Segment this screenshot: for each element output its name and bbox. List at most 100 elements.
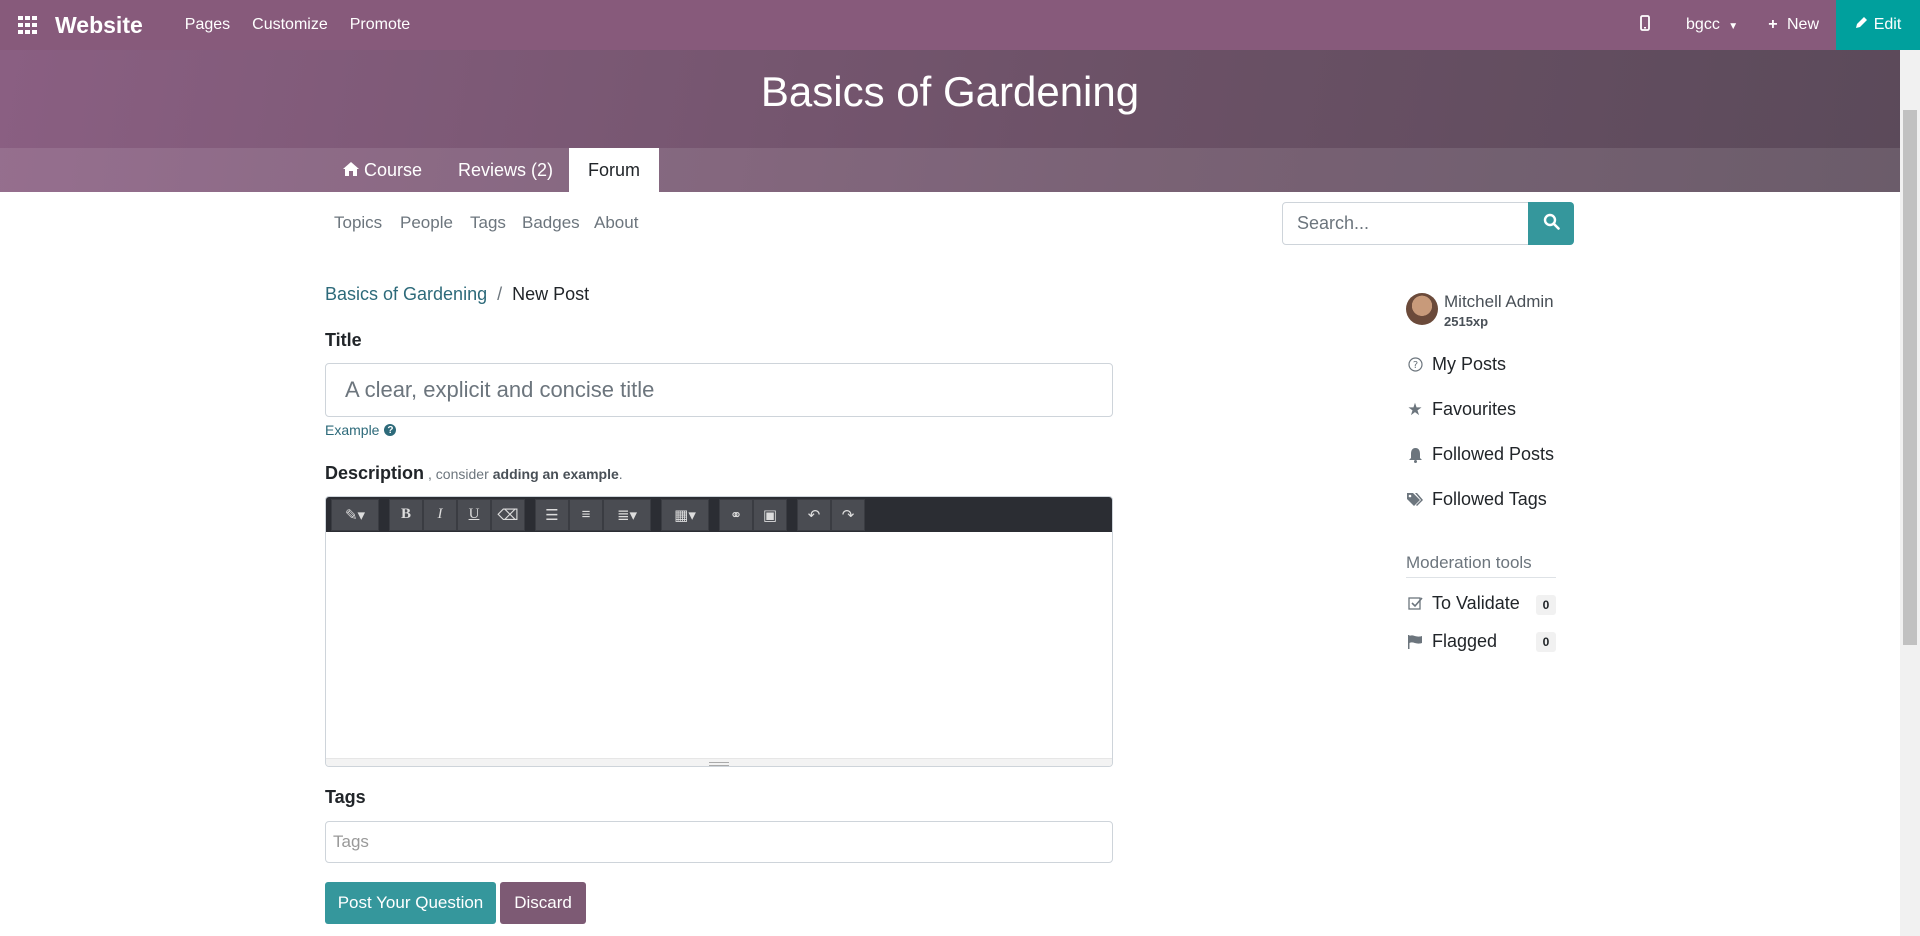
breadcrumb-separator: / [497, 284, 503, 304]
flagged-count-badge: 0 [1536, 632, 1556, 652]
subnav-badges[interactable]: Badges [522, 213, 580, 233]
table-dropdown-icon[interactable]: ▦▾ [661, 498, 709, 531]
sidebar-label-followed-posts: Followed Posts [1432, 444, 1555, 464]
tab-course[interactable]: Course [324, 148, 441, 192]
menu-customize[interactable]: Customize [252, 16, 328, 34]
sidebar-item-flagged[interactable]: Flagged [1406, 631, 1497, 652]
pencil-icon [1855, 16, 1868, 34]
user-xp: 2515xp [1444, 314, 1489, 329]
sidebar-item-my-posts[interactable]: ? My Posts [1406, 354, 1506, 375]
new-content-button[interactable]: + New [1768, 16, 1819, 34]
question-circle-icon: ? [1406, 357, 1424, 372]
sidebar-label-my-posts: My Posts [1432, 354, 1507, 374]
to-validate-count-badge: 0 [1536, 595, 1556, 615]
flag-icon [1406, 634, 1424, 649]
apps-grid-icon[interactable] [0, 0, 55, 50]
subnav-tags[interactable]: Tags [470, 213, 506, 233]
image-icon[interactable]: ▣ [753, 498, 787, 531]
editor-body[interactable] [326, 532, 1112, 758]
post-question-label: Post Your Question [337, 893, 484, 912]
tab-forum-label: Forum [588, 159, 641, 180]
bell-icon [1406, 447, 1424, 463]
align-dropdown-icon[interactable]: ≣▾ [603, 498, 651, 531]
website-switcher-label: bgcc [1686, 16, 1720, 33]
editor-resize-handle[interactable] [326, 758, 1112, 766]
sidebar-label-flagged: Flagged [1432, 631, 1498, 651]
moderation-tools-title: Moderation tools [1406, 553, 1556, 578]
edit-label: Edit [1873, 16, 1902, 33]
sidebar-label-to-validate: To Validate [1432, 593, 1520, 613]
course-title: Basics of Gardening [760, 68, 1140, 115]
edit-button[interactable]: Edit [1836, 0, 1920, 50]
admin-navbar: Website Pages Customize Promote bgcc ▼ +… [0, 0, 1920, 50]
subnav-topics[interactable]: Topics [334, 213, 382, 233]
home-icon [343, 160, 359, 181]
sidebar-label-favourites: Favourites [1432, 399, 1517, 419]
website-switcher[interactable]: bgcc ▼ [1686, 16, 1738, 34]
question-circle-icon: ? [384, 424, 397, 436]
description-title: Description [325, 463, 425, 483]
breadcrumb-current: New Post [512, 284, 590, 304]
new-label: New [1786, 16, 1819, 33]
bold-icon[interactable]: B [389, 498, 423, 531]
redo-icon[interactable]: ↷ [831, 498, 865, 531]
post-question-button[interactable]: Post Your Question [325, 882, 496, 924]
description-label: Description , consider adding an example… [325, 463, 623, 484]
tab-reviews-label: Reviews (2) [458, 159, 554, 180]
discard-label: Discard [514, 893, 572, 912]
sidebar-item-to-validate[interactable]: To Validate [1406, 593, 1520, 614]
subnav-people[interactable]: People [400, 213, 453, 233]
description-hint-bold: adding an example [492, 466, 619, 482]
style-dropdown-icon[interactable]: ✎▾ [331, 498, 379, 531]
search-placeholder: Search... [1297, 213, 1370, 233]
undo-icon[interactable]: ↶ [797, 498, 831, 531]
title-placeholder: A clear, explicit and concise title [345, 377, 655, 402]
tags-input[interactable]: Tags [325, 821, 1113, 863]
search-input[interactable]: Search... [1282, 202, 1529, 245]
bullet-list-icon[interactable]: ☰ [535, 498, 569, 531]
editor-toolbar: ✎▾ B I U ⌫ ☰ ≡ ≣▾ ▦▾ ⚭ ▣ ↶ ↷ [326, 497, 1112, 532]
italic-icon[interactable]: I [423, 498, 457, 531]
link-icon[interactable]: ⚭ [719, 498, 753, 531]
app-brand[interactable]: Website [55, 12, 143, 39]
page-scrollbar[interactable] [1900, 50, 1920, 936]
discard-button[interactable]: Discard [500, 882, 586, 924]
title-input[interactable]: A clear, explicit and concise title [325, 363, 1113, 417]
check-square-icon [1406, 596, 1424, 611]
description-hint-suffix: . [618, 466, 623, 482]
sidebar-item-followed-posts[interactable]: Followed Posts [1406, 444, 1554, 465]
sidebar-label-followed-tags: Followed Tags [1432, 489, 1547, 509]
description-hint-prefix: , consider [428, 466, 489, 482]
numbered-list-icon[interactable]: ≡ [569, 498, 603, 531]
mobile-preview-icon[interactable] [1640, 14, 1650, 36]
tab-course-label: Course [364, 159, 423, 180]
breadcrumb-parent[interactable]: Basics of Gardening [325, 284, 487, 305]
course-tabs-bar [0, 148, 1900, 192]
course-header: Basics of Gardening Course Reviews (2) F… [0, 50, 1900, 192]
tab-reviews[interactable]: Reviews (2) [439, 148, 572, 192]
example-link[interactable]: Example ? [325, 422, 397, 438]
subnav-about[interactable]: About [594, 213, 638, 233]
avatar[interactable] [1406, 293, 1438, 325]
tab-forum[interactable]: Forum [569, 148, 660, 192]
menu-promote[interactable]: Promote [350, 16, 410, 34]
description-editor: ✎▾ B I U ⌫ ☰ ≡ ≣▾ ▦▾ ⚭ ▣ ↶ ↷ [325, 496, 1113, 767]
plus-icon: + [1768, 16, 1778, 33]
star-icon: ★ [1407, 399, 1423, 419]
tags-placeholder: Tags [333, 832, 369, 851]
user-name[interactable]: Mitchell Admin [1444, 292, 1554, 312]
underline-icon[interactable]: U [457, 498, 491, 531]
example-label: Example [325, 422, 380, 438]
search-button[interactable] [1528, 202, 1574, 245]
breadcrumb: Basics of Gardening / New Post [325, 284, 589, 305]
caret-down-icon: ▼ [1728, 21, 1739, 32]
scrollbar-thumb[interactable] [1903, 110, 1917, 645]
sidebar-item-favourites[interactable]: ★ Favourites [1406, 399, 1516, 420]
tags-icon [1406, 492, 1424, 507]
search-icon [1543, 213, 1560, 235]
title-label: Title [325, 330, 362, 350]
svg-text:?: ? [1412, 360, 1417, 371]
sidebar-item-followed-tags[interactable]: Followed Tags [1406, 489, 1547, 510]
menu-pages[interactable]: Pages [185, 16, 230, 34]
eraser-icon[interactable]: ⌫ [491, 498, 525, 531]
